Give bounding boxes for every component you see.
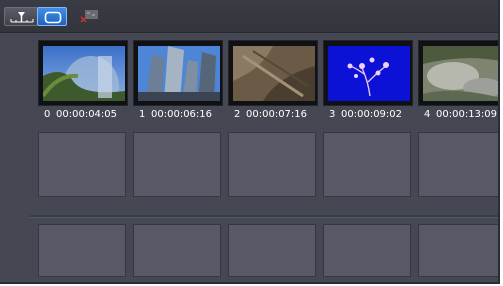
empty-clip-slot[interactable] (38, 132, 126, 197)
effect-tool-icon (80, 10, 98, 23)
empty-clip-slot[interactable] (228, 224, 316, 277)
empty-clip-slot[interactable] (418, 224, 498, 277)
clip-thumbnail[interactable] (323, 40, 413, 106)
clip-thumbnail-image (233, 46, 315, 101)
clip-thumbnail-image (328, 46, 410, 101)
clip-index: 1 (139, 109, 146, 120)
row-divider (30, 215, 498, 218)
clip-timecode: 00:00:13:09 (436, 109, 498, 120)
clip-thumbnail-image (43, 46, 125, 101)
empty-clip-slot[interactable] (323, 132, 411, 197)
effect-tool-button[interactable] (78, 8, 100, 24)
empty-clip-slot[interactable] (133, 224, 221, 277)
clip-timecode: 00:00:09:02 (341, 109, 403, 120)
clip-thumbnail-image (138, 46, 220, 101)
clip-thumbnail[interactable] (418, 40, 498, 106)
clip-label: 2 00:00:07:16 (234, 108, 324, 122)
clip-timecode: 00:00:06:16 (151, 109, 213, 120)
clip-label: 3 00:00:09:02 (329, 108, 419, 122)
clip-timecode: 00:00:04:05 (56, 109, 118, 120)
storyboard-view-icon (44, 11, 62, 24)
clip-index: 3 (329, 109, 336, 120)
clip-index: 0 (44, 109, 51, 120)
timeline-view-icon (10, 12, 34, 23)
storyboard-panel: 0 00:00:04:05 1 00:00:06:16 2 00:00:07:16 3… (0, 0, 500, 284)
timeline-view-button[interactable] (4, 7, 38, 26)
clip-index: 2 (234, 109, 241, 120)
toolbar (0, 0, 498, 33)
clip-label: 1 00:00:06:16 (139, 108, 229, 122)
clip-thumbnail[interactable] (38, 40, 128, 106)
storyboard-view-button[interactable] (37, 7, 67, 26)
empty-clip-slot[interactable] (133, 132, 221, 197)
empty-clip-slot[interactable] (323, 224, 411, 277)
clip-index: 4 (424, 109, 431, 120)
clip-label: 0 00:00:04:05 (44, 108, 134, 122)
empty-clip-slot[interactable] (38, 224, 126, 277)
clip-thumbnail[interactable] (228, 40, 318, 106)
clip-thumbnail-image (423, 46, 498, 101)
clip-timecode: 00:00:07:16 (246, 109, 308, 120)
clip-thumbnail[interactable] (133, 40, 223, 106)
empty-clip-slot[interactable] (228, 132, 316, 197)
empty-clip-slot[interactable] (418, 132, 498, 197)
clip-label: 4 00:00:13:09 (424, 108, 498, 122)
